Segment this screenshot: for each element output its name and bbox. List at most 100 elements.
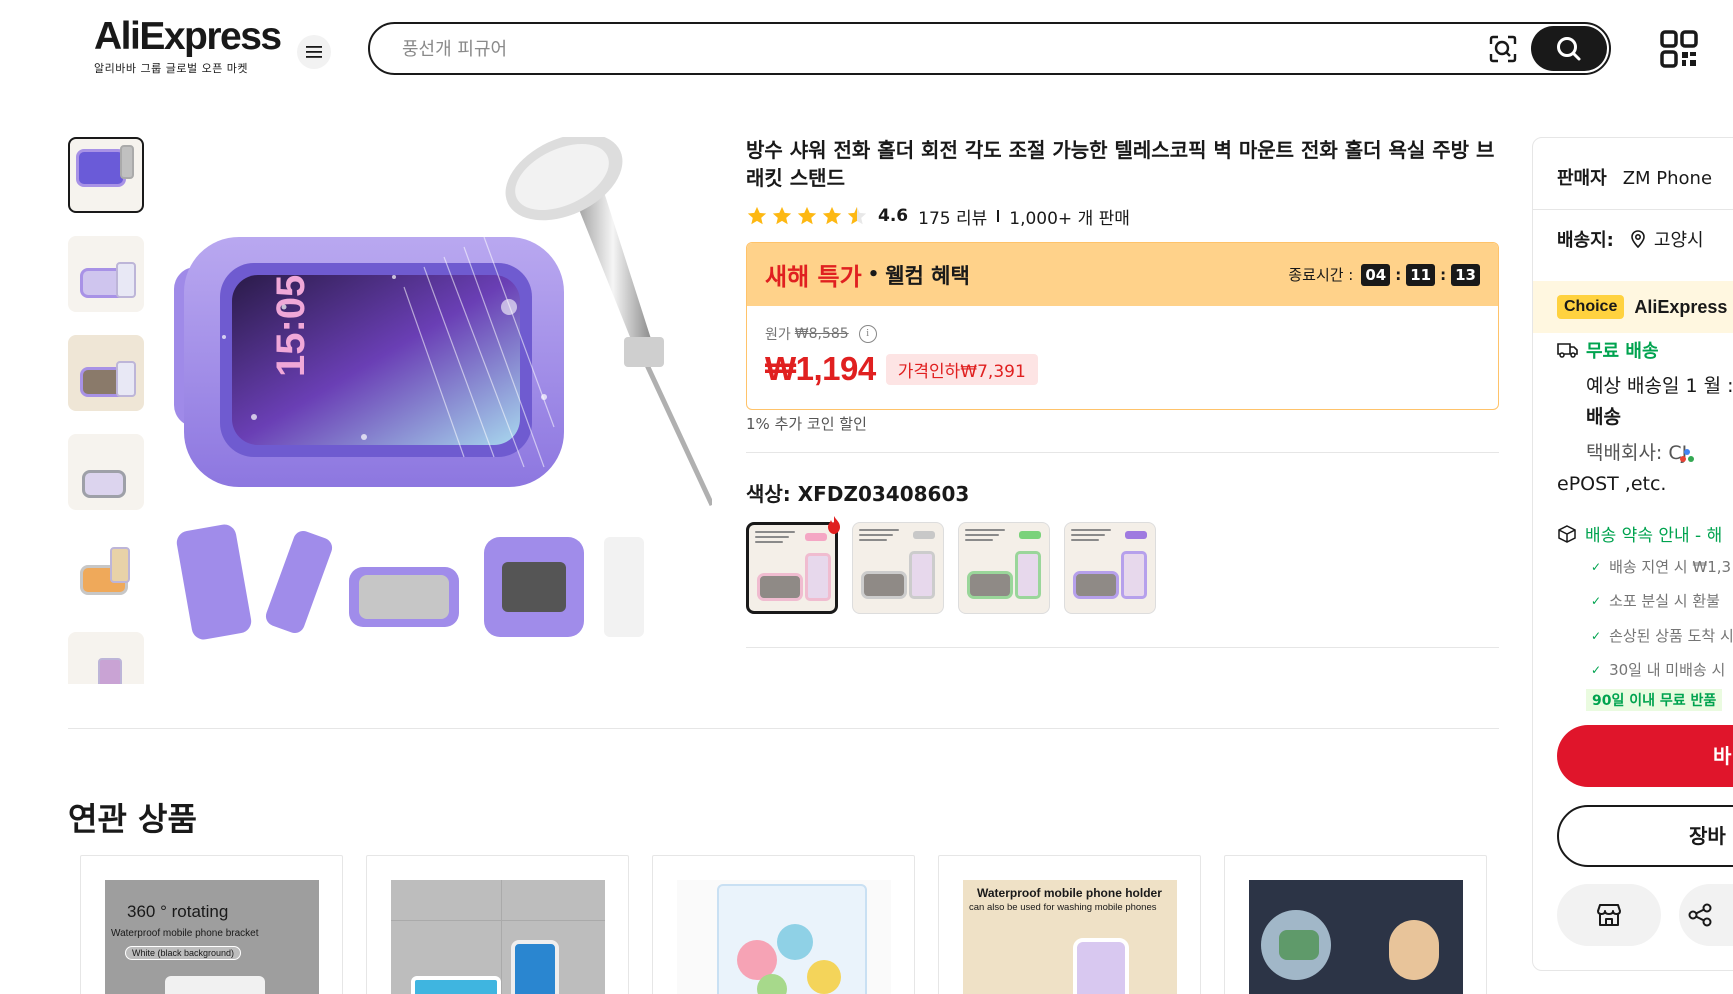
logo-text: AliExpress [94, 15, 282, 58]
image-caption: 360 ° rotating [127, 902, 229, 921]
separator [997, 210, 1000, 222]
seller-label: 판매자 [1557, 168, 1607, 189]
image-search-icon[interactable] [1488, 34, 1518, 64]
product-title: 방수 샤워 전화 홀더 회전 각도 조절 가능한 텔레스코픽 벽 마운트 전화 … [746, 138, 1495, 190]
promise-item-text: 손상된 상품 도착 시 [1609, 627, 1733, 645]
divider [746, 452, 1499, 453]
promise-item-text: 소포 분실 시 환불 [1609, 592, 1720, 610]
divider [1533, 209, 1733, 210]
related-card-4[interactable]: Waterproof mobile phone holder can also … [938, 855, 1201, 994]
promise-item-text: 30일 내 미배송 시 [1609, 661, 1726, 679]
section-divider [68, 728, 1499, 729]
image-caption-pill: White (black background) [125, 946, 242, 960]
color-option-white[interactable] [852, 522, 944, 614]
color-option-pink[interactable] [746, 522, 838, 614]
info-icon[interactable]: i [858, 325, 877, 343]
rating-row: 4.6 175 리뷰 1,000+ 개 판매 [746, 203, 1130, 229]
related-products-title: 연관 상품 [68, 800, 197, 838]
image-caption-sub: can also be used for washing mobile phon… [969, 902, 1157, 913]
price-section: 원가 ₩8,585 i ₩1,194 가격인하₩7,391 [747, 306, 1498, 406]
main-product-image[interactable]: 15:05 [164, 137, 712, 667]
color-label: 색상: XFDZ03408603 [746, 482, 970, 506]
welcome-benefit: 웰컴 혜택 [885, 263, 970, 288]
delivery-promise-title[interactable]: 배송 약속 안내 - 해 [1557, 521, 1722, 546]
purchase-side-panel: 판매자 ZM Phone 배송지: 고양시 Choice AliExpress 무… [1532, 137, 1733, 971]
aliexpress-logo[interactable]: AliExpress 알리바바 그룹 글로벌 오픈 마켓 [94, 15, 282, 76]
ship-to-row[interactable]: 배송지: 고양시 [1557, 226, 1704, 252]
choice-badge: Choice [1557, 295, 1625, 319]
free-shipping-label: 무료 배송 [1586, 341, 1659, 362]
delivery-estimate-2: 배송 [1586, 406, 1621, 428]
thumbnail-4[interactable] [68, 434, 144, 510]
svg-text:15:05: 15:05 [269, 275, 313, 377]
menu-button[interactable] [297, 35, 331, 69]
search-input[interactable] [402, 36, 1432, 62]
half-star-icon [847, 206, 867, 225]
free-return-badge: 90일 이내 무료 반품 [1586, 689, 1723, 711]
related-card-2[interactable] [366, 855, 629, 994]
qr-code-icon[interactable] [1660, 30, 1698, 68]
thumbnail-2[interactable] [68, 236, 144, 312]
deal-title: 새해 특가 [765, 263, 862, 291]
store-button[interactable] [1557, 884, 1661, 946]
color-swatches [746, 522, 1156, 614]
timer-minutes: 11 [1406, 263, 1436, 286]
add-to-cart-button[interactable]: 장바 [1557, 805, 1733, 867]
star-rating [746, 205, 868, 227]
ship-to-value: 고양시 [1653, 230, 1704, 251]
hamburger-icon [306, 46, 322, 58]
deal-dot: • [867, 264, 880, 285]
promise-item: ✓ 손상된 상품 도착 시 [1591, 627, 1733, 645]
carrier-logo-icon [1680, 449, 1694, 462]
carrier-line-2: ePOST ,etc. [1557, 473, 1667, 495]
original-price-label: 원가 [765, 327, 791, 343]
promise-title-text: 배송 약속 안내 - 해 [1585, 526, 1723, 546]
thumbnail-3[interactable] [68, 335, 144, 411]
product-image [391, 880, 605, 994]
ship-to-label: 배송지: [1557, 230, 1614, 251]
star-icon [747, 206, 767, 225]
related-card-5[interactable] [1224, 855, 1487, 994]
product-image: 360 ° rotating Waterproof mobile phone b… [105, 880, 319, 994]
thumbnail-list [68, 137, 146, 684]
review-count[interactable]: 175 리뷰 [918, 204, 987, 229]
timer-seconds: 13 [1451, 263, 1480, 286]
thumbnail-6[interactable] [68, 632, 144, 684]
color-option-purple[interactable] [1064, 522, 1156, 614]
store-icon [1597, 904, 1621, 926]
sale-price: ₩1,194 [765, 350, 876, 387]
deal-header: 새해 특가 • 웰컴 혜택 종료시간 : 04 : 11 : 13 [747, 243, 1498, 306]
deal-box: 새해 특가 • 웰컴 혜택 종료시간 : 04 : 11 : 13 원가 ₩8,… [746, 242, 1499, 410]
share-button[interactable] [1679, 884, 1733, 946]
thumbnail-5[interactable] [68, 533, 144, 609]
related-card-1[interactable]: 360 ° rotating Waterproof mobile phone b… [80, 855, 343, 994]
image-caption-sub: Waterproof mobile phone bracket [111, 928, 259, 939]
thumbnail-1[interactable] [68, 137, 144, 213]
seller-row[interactable]: 판매자 ZM Phone [1557, 164, 1712, 190]
star-icon [797, 206, 817, 225]
carrier-line: 택배회사: CJ [1586, 442, 1688, 464]
countdown-timer: 종료시간 : 04 : 11 : 13 [1288, 263, 1480, 286]
coin-discount-note: 1% 추가 코인 할인 [746, 415, 867, 433]
choice-store-name: AliExpress [1634, 296, 1728, 317]
buy-now-button[interactable]: 바 [1557, 725, 1733, 787]
free-shipping-row: 무료 배송 [1557, 337, 1659, 363]
search-button[interactable] [1531, 26, 1607, 71]
location-pin-icon [1631, 230, 1645, 248]
product-image [677, 880, 891, 994]
discount-badge: 가격인하₩7,391 [885, 353, 1038, 385]
promise-item: ✓ 30일 내 미배송 시 [1591, 661, 1726, 679]
related-card-3[interactable] [652, 855, 915, 994]
seller-name: ZM Phone [1622, 168, 1713, 189]
promise-item: ✓ 배송 지연 시 ₩1,3 [1591, 558, 1732, 576]
product-image [1249, 880, 1463, 994]
color-option-green[interactable] [958, 522, 1050, 614]
image-caption: Waterproof mobile phone holder [977, 886, 1162, 900]
star-icon [822, 206, 842, 225]
logo-subtitle: 알리바바 그룹 글로벌 오픈 마켓 [94, 62, 249, 75]
promise-item-text: 배송 지연 시 ₩1,3 [1609, 558, 1732, 576]
timer-label: 종료시간 : [1288, 266, 1354, 284]
truck-icon [1557, 343, 1578, 358]
promise-item: ✓ 소포 분실 시 환불 [1591, 592, 1720, 610]
star-icon [772, 206, 792, 225]
